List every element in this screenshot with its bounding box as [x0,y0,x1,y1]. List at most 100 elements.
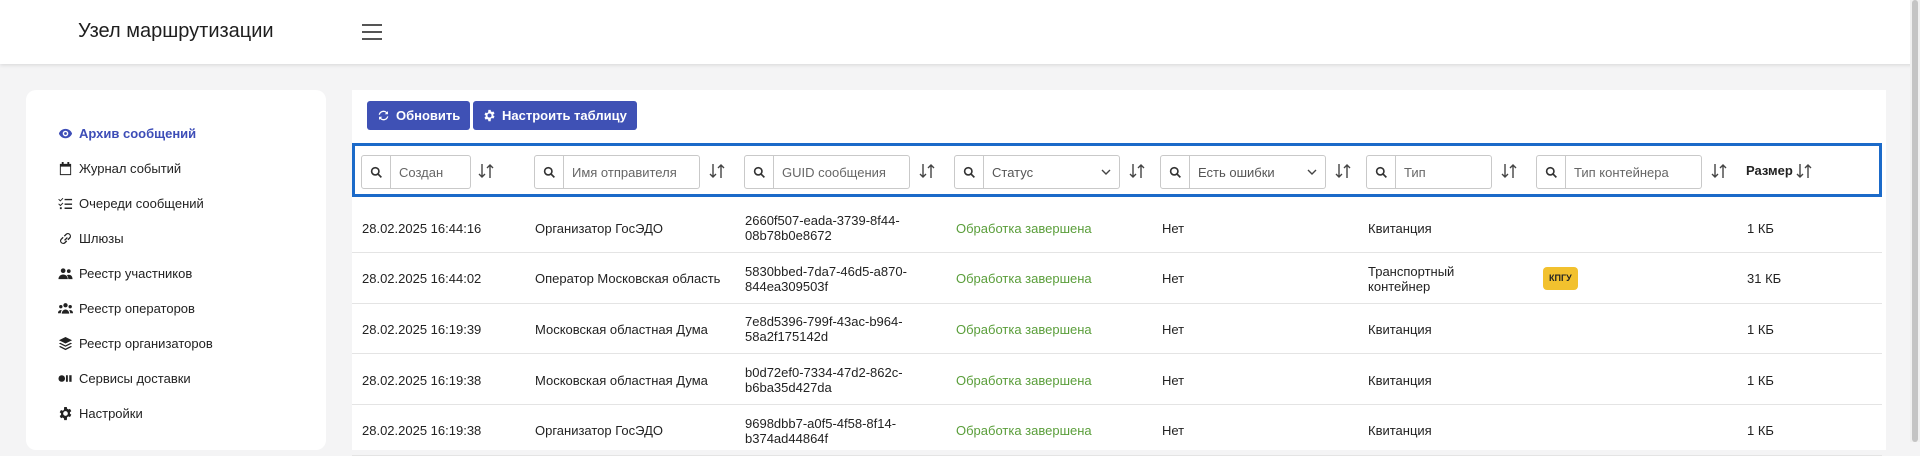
sidebar-item-participants[interactable]: Реестр участников [58,262,192,284]
status-cell: Обработка завершена [956,304,1092,354]
chevron-down-icon [1307,169,1317,175]
table-row[interactable]: 28.02.2025 16:19:39 Московская областная … [352,304,1882,355]
status-filter-select[interactable]: Статус [984,155,1120,189]
calendar-icon [59,161,72,175]
sender-cell-text: Московская областная Дума [535,372,708,388]
sidebar-item-event-log[interactable]: Журнал событий [58,157,181,179]
search-icon[interactable] [361,155,391,189]
container-type-filter-input[interactable] [1566,155,1702,189]
sender-cell: Организатор ГосЭДО [535,406,663,456]
sender-cell: Организатор ГосЭДО [535,203,663,253]
created-filter-input[interactable] [391,155,471,189]
sender-cell-text: Оператор Московская область [535,271,721,287]
search-icon[interactable] [1536,155,1566,189]
sort-icon[interactable] [1795,162,1813,180]
sort-icon[interactable] [477,162,495,180]
guid-line-1: b0d72ef0-7334-47d2-862c- [745,365,903,381]
layers-icon [58,336,73,350]
sender-filter-input[interactable] [564,155,700,189]
sender-cell: Оператор Московская область [535,254,720,304]
status-cell-text: Обработка завершена [956,423,1092,439]
type-line-1: Квитанция [1368,372,1432,388]
table-row[interactable]: 28.02.2025 16:44:02 Оператор Московская о… [352,254,1882,304]
size-column-header: Размер [1746,163,1793,178]
scrollbar-thumb[interactable] [1912,0,1918,442]
sort-icon[interactable] [708,162,726,180]
guid-line-1: 5830bbed-7da7-46d5-a870- [745,263,907,279]
errors-cell-text: Нет [1162,271,1185,287]
size-cell: 1 КБ [1747,406,1774,456]
guid-line-1: 9698dbb7-a0f5-4f58-8f14- [745,415,897,431]
refresh-icon [378,110,389,121]
sidebar-item-delivery[interactable]: Сервисы доставки [58,367,191,389]
guid-line-2: 08b78b0e8672 [745,228,832,243]
size-cell-text: 31 КБ [1747,271,1782,287]
guid-cell: 7e8d5396-799f-43ac-b964- 58a2f175142d [745,304,903,354]
sort-icon[interactable] [1500,162,1518,180]
type-cell: Квитанция [1368,406,1432,456]
errors-cell: Нет [1162,355,1184,405]
sidebar-item-settings[interactable]: Настройки [58,402,143,424]
status-cell-text: Обработка завершена [956,220,1092,236]
table-row[interactable]: 28.02.2025 16:19:38 Московская областная … [352,355,1882,406]
sidebar-item-label: Реестр участников [79,265,193,281]
errors-filter-label: Есть ошибки [1198,164,1275,180]
errors-cell: Нет [1162,254,1184,304]
created-cell-text: 28.02.2025 16:19:38 [362,372,482,388]
status-cell: Обработка завершена [956,406,1092,456]
page-scrollbar[interactable] [1910,0,1920,442]
errors-cell: Нет [1162,304,1184,354]
created-cell: 28.02.2025 16:44:16 [362,203,481,253]
search-icon[interactable] [744,155,774,189]
sort-icon[interactable] [1710,162,1728,180]
sidebar-item-organizers[interactable]: Реестр организаторов [58,332,213,354]
sidebar-item-operators[interactable]: Реестр операторов [58,297,195,319]
table-row[interactable]: 28.02.2025 16:19:38 Организатор ГосЭДО 969… [352,406,1882,456]
eye-icon [58,128,73,138]
guid-filter-input[interactable] [774,155,910,189]
refresh-button[interactable]: Обновить [367,101,471,130]
search-icon[interactable] [1160,155,1190,189]
errors-cell: Нет [1162,203,1184,253]
guid-cell: b0d72ef0-7334-47d2-862c-b6ba35d427da [745,355,903,405]
created-cell-text: 28.02.2025 16:44:02 [362,271,482,287]
sort-icon[interactable] [918,162,936,180]
size-cell-text: 1 КБ [1747,423,1774,439]
search-icon[interactable] [1366,155,1396,189]
sort-icon[interactable] [1128,162,1146,180]
sender-cell: Московская областная Дума [535,304,708,354]
users-icon [58,267,73,279]
type-cell: Транспортный контейнер [1368,254,1454,304]
type-line-1: Транспортный [1368,263,1455,279]
menu-icon[interactable] [362,24,382,40]
sidebar: Архив сообщений Журнал событий Очереди с… [26,90,326,450]
errors-filter-select[interactable]: Есть ошибки [1190,155,1326,189]
sidebar-item-archive[interactable]: Архив сообщений [58,122,196,144]
created-cell-text: 28.02.2025 16:19:39 [362,321,482,337]
type-filter-input[interactable] [1396,155,1492,189]
type-line-1: Квитанция [1368,423,1432,439]
search-icon[interactable] [534,155,564,189]
size-cell: 1 КБ [1747,355,1774,405]
sort-icon[interactable] [1334,162,1352,180]
status-cell: Обработка завершена [956,254,1092,304]
sender-cell-text: Организатор ГосЭДО [535,220,663,236]
guid-cell: 9698dbb7-a0f5-4f58-8f14- b374ad44864f [745,406,896,456]
sidebar-item-label: Архив сообщений [79,125,197,141]
guid-cell: 5830bbed-7da7-46d5-a870- 844ea309503f [745,254,907,304]
type-line-1: Квитанция [1368,220,1432,236]
sidebar-item-label: Реестр операторов [79,300,195,316]
table-row[interactable]: 28.02.2025 16:44:16 Организатор ГосЭДО 266… [352,203,1882,253]
created-cell-text: 28.02.2025 16:19:38 [362,423,482,439]
list-check-icon [58,197,73,209]
user-group-icon [58,302,73,314]
sidebar-item-label: Реестр организаторов [79,335,213,351]
type-cell: Квитанция [1368,203,1432,253]
sidebar-item-queues[interactable]: Очереди сообщений [58,192,204,214]
errors-cell-text: Нет [1162,321,1185,337]
sidebar-item-gateways[interactable]: Шлюзы [58,227,124,249]
search-icon[interactable] [954,155,984,189]
configure-table-label: Настроить таблицу [502,108,627,123]
configure-table-button[interactable]: Настроить таблицу [473,101,637,130]
refresh-button-label: Обновить [396,108,461,123]
